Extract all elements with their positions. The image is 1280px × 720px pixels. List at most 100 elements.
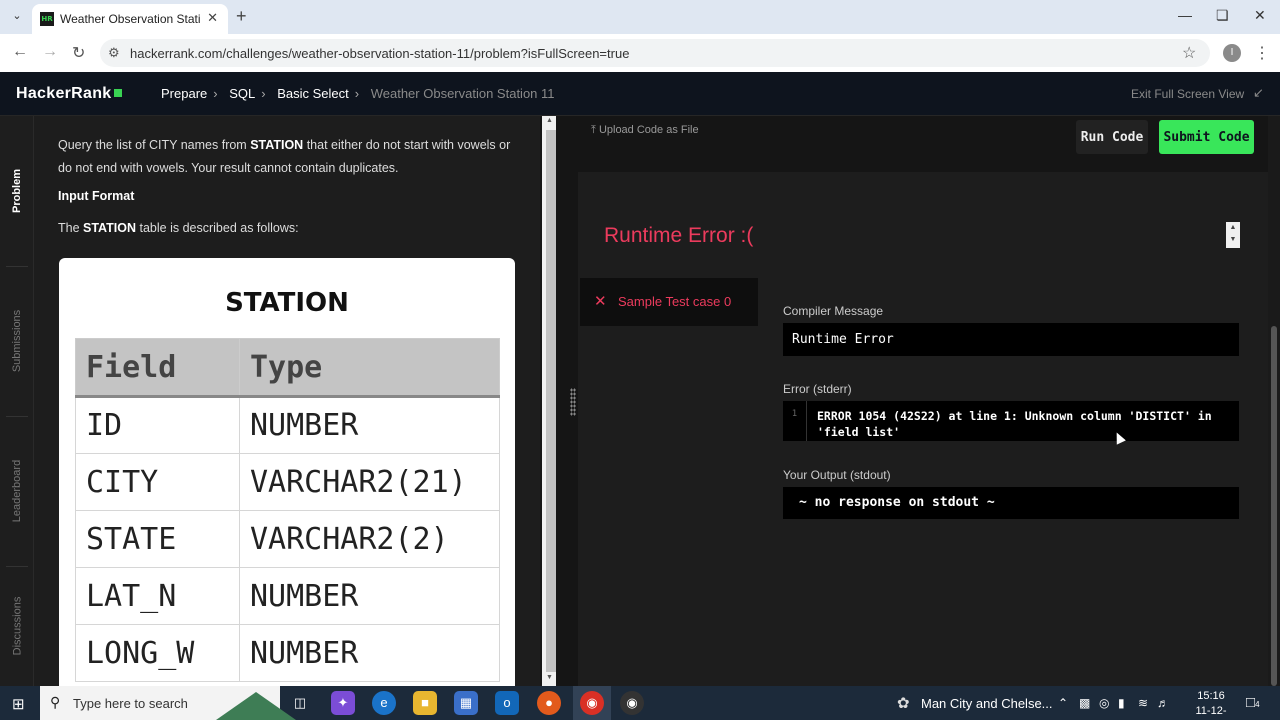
problem-scrollbar[interactable]: ▲ ▼	[540, 116, 568, 686]
browser-tab[interactable]: HR Weather Observation Station 11 ✕	[32, 4, 228, 34]
browser-menu-icon[interactable]: ⋮	[1254, 43, 1270, 63]
compiler-message-label: Compiler Message	[783, 304, 884, 318]
tab-search-chevron-icon[interactable]: ⌄	[8, 7, 26, 25]
store-icon[interactable]: ▦	[454, 691, 478, 715]
outlook-icon[interactable]: o	[495, 691, 519, 715]
page-scrollbar-thumb[interactable]	[1271, 326, 1277, 686]
notification-icon[interactable]: □4	[1246, 694, 1260, 711]
stderr-line-number: 1	[783, 401, 807, 441]
station-table-title: STATION	[225, 288, 349, 318]
chevron-right-icon: ›	[261, 86, 266, 101]
maximize-icon[interactable]: ❏	[1216, 7, 1229, 24]
hackerrank-favicon: HR	[40, 12, 54, 26]
test-case-label: Sample Test case 0	[618, 294, 732, 309]
page-scrollbar[interactable]	[1268, 116, 1280, 686]
scrollbar-thumb[interactable]	[546, 130, 556, 672]
stderr-message: ERROR 1054 (42S22) at line 1: Unknown co…	[817, 409, 1212, 439]
firefox-icon[interactable]: ●	[537, 691, 561, 715]
breadcrumb-basic-select[interactable]: Basic Select	[277, 86, 349, 101]
exit-fullscreen-link[interactable]: Exit Full Screen View	[1131, 87, 1244, 101]
profile-avatar[interactable]: I	[1223, 44, 1241, 62]
table-row: STATE VARCHAR2(2)	[75, 510, 500, 568]
stderr-label: Error (stderr)	[783, 382, 852, 396]
edge-icon[interactable]: e	[372, 691, 396, 715]
bookmark-star-icon[interactable]: ☆	[1182, 43, 1196, 63]
table-row: LAT_N NUMBER	[75, 567, 500, 625]
results-panel: Runtime Error :( ▲ ▼ ✕ Sample Test case 0…	[578, 172, 1268, 686]
news-widget[interactable]: Man City and Chelse...	[921, 696, 1053, 711]
field-cell: LAT_N	[75, 567, 240, 625]
scrollbar-track[interactable]: ▲ ▼	[542, 116, 556, 686]
battery-icon[interactable]: ▮	[1118, 696, 1125, 710]
input-format-heading: Input Format	[58, 189, 135, 203]
tray-chevron-icon[interactable]: ⌃	[1058, 696, 1068, 710]
type-cell: NUMBER	[239, 396, 500, 454]
table-row: ID NUMBER	[75, 396, 500, 454]
field-cell: LONG_W	[75, 624, 240, 682]
microphone-icon[interactable]: ◎	[1099, 696, 1109, 710]
url-text: hackerrank.com/challenges/weather-observ…	[130, 46, 630, 61]
taskbar-clock[interactable]: 15:1611-12-2024	[1186, 689, 1236, 720]
volume-icon[interactable]: ♬	[1157, 696, 1169, 710]
address-bar: ← → ↻ ⚙ hackerrank.com/challenges/weathe…	[0, 34, 1280, 72]
scroll-down-icon[interactable]: ▼	[546, 674, 553, 681]
news-widget-icon: ✿	[897, 695, 910, 712]
runtime-error-heading: Runtime Error :(	[604, 224, 754, 247]
fail-x-icon: ✕	[594, 293, 607, 310]
search-icon: ⚲	[50, 694, 61, 710]
search-placeholder: Type here to search	[73, 696, 188, 711]
tab-discussions[interactable]: Discussions	[0, 566, 34, 686]
new-tab-icon[interactable]: +	[236, 6, 247, 27]
scroll-up-icon[interactable]: ▲	[546, 117, 553, 124]
back-arrow-icon[interactable]: ←	[12, 43, 28, 61]
taskbar-search[interactable]: ⚲ Type here to search	[40, 686, 296, 720]
upload-icon: ⤒	[591, 124, 596, 136]
breadcrumb-sql[interactable]: SQL	[229, 86, 255, 101]
chevron-right-icon: ›	[354, 86, 360, 101]
site-info-icon[interactable]: ⚙	[108, 45, 120, 61]
field-cell: CITY	[75, 453, 240, 511]
stderr-box: 1 ERROR 1054 (42S22) at line 1: Unknown …	[783, 401, 1239, 441]
wifi-icon[interactable]: ≋	[1138, 696, 1148, 710]
type-cell: VARCHAR2(21)	[239, 453, 500, 511]
station-table-image: STATION Field Type ID NUMBER CITY VARCHAR2…	[59, 258, 515, 698]
test-case-tab[interactable]: ✕ Sample Test case 0	[580, 278, 758, 326]
stdout-label: Your Output (stdout)	[783, 468, 891, 482]
run-code-button[interactable]: Run Code	[1076, 120, 1148, 154]
recorder-icon[interactable]: ◉	[620, 691, 644, 715]
tab-leaderboard[interactable]: Leaderboard	[0, 416, 34, 566]
task-view-icon[interactable]: ◫	[288, 691, 312, 715]
tab-close-icon[interactable]: ✕	[207, 10, 218, 26]
column-header-type: Type	[239, 338, 500, 398]
search-highlight-mountain-icon	[216, 692, 296, 720]
minimize-icon[interactable]: —	[1178, 7, 1192, 23]
compiler-message-box: Runtime Error	[783, 323, 1239, 356]
window-close-icon[interactable]: ✕	[1254, 7, 1266, 24]
table-header-row: Field Type	[75, 338, 500, 398]
chrome-icon[interactable]: ◉	[580, 691, 604, 715]
reload-icon[interactable]: ↻	[72, 43, 85, 63]
forward-arrow-icon[interactable]: →	[42, 43, 58, 61]
table-description: The STATION table is described as follow…	[58, 221, 299, 235]
tab-title: Weather Observation Station 11	[60, 12, 200, 26]
upload-code-link[interactable]: ⤒ Upload Code as File	[591, 124, 699, 137]
windows-start-icon[interactable]: ⊞	[12, 695, 25, 713]
copilot-icon[interactable]: ✦	[331, 691, 355, 715]
problem-panel: Query the list of CITY names from STATIO…	[34, 116, 540, 698]
field-cell: ID	[75, 396, 240, 454]
tab-problem[interactable]: Problem	[0, 116, 34, 266]
tab-submissions[interactable]: Submissions	[0, 266, 34, 416]
split-drag-handle[interactable]	[570, 388, 576, 416]
chevron-right-icon: ›	[213, 86, 218, 101]
results-scroll-arrows[interactable]: ▲ ▼	[1226, 222, 1240, 248]
breadcrumb-prepare[interactable]: Prepare	[161, 86, 207, 101]
hackerrank-logo[interactable]: HackerRank	[16, 85, 122, 103]
url-field[interactable]: ⚙ hackerrank.com/challenges/weather-obse…	[100, 39, 1210, 67]
exit-fullscreen-icon[interactable]: ↙	[1253, 85, 1264, 101]
submit-code-button[interactable]: Submit Code	[1159, 120, 1254, 154]
file-explorer-icon[interactable]: ■	[413, 691, 437, 715]
type-cell: VARCHAR2(2)	[239, 510, 500, 568]
table-row: CITY VARCHAR2(21)	[75, 453, 500, 511]
meet-now-icon[interactable]: ▩	[1079, 696, 1090, 710]
stdout-box: ~ no response on stdout ~	[783, 487, 1239, 519]
